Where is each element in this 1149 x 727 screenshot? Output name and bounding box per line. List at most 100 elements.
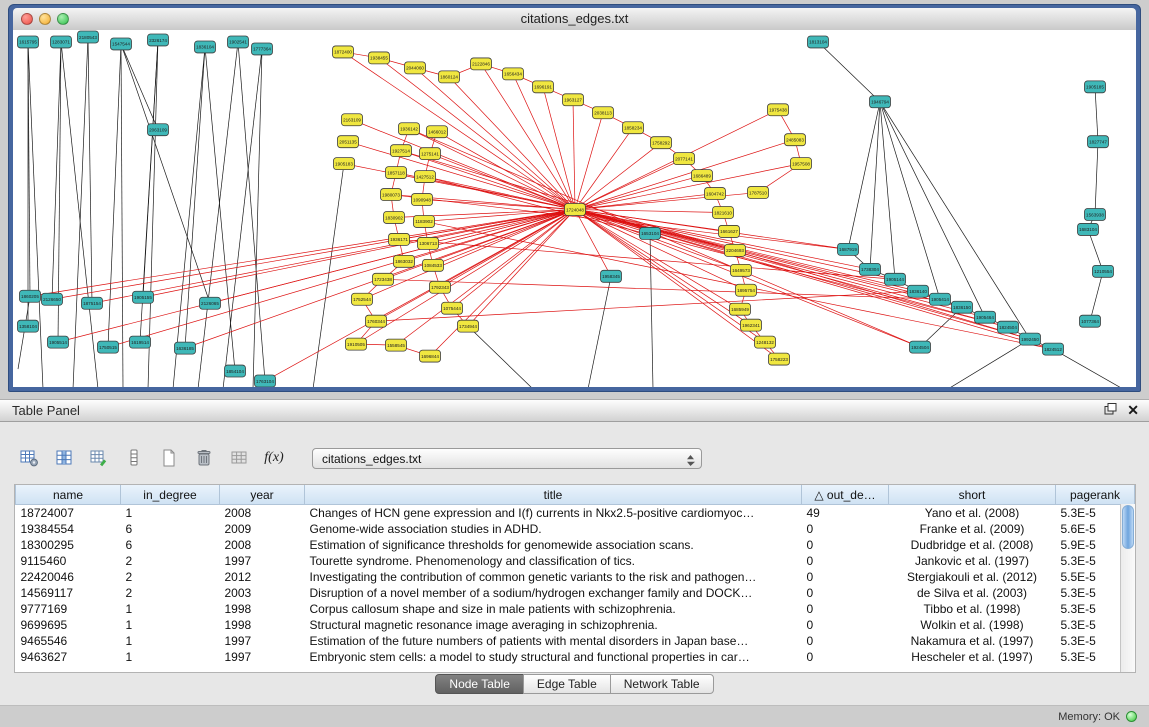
graph-node[interactable]: 1656434 — [503, 68, 524, 80]
cell-name[interactable]: 9777169 — [16, 601, 121, 617]
cell-year[interactable]: 1997 — [220, 553, 305, 569]
cell-name[interactable]: 9699695 — [16, 617, 121, 633]
graph-node[interactable]: 1615795 — [18, 36, 39, 48]
graph-node[interactable]: 1927514 — [391, 145, 412, 157]
cell-out_degree[interactable]: 49 — [802, 505, 889, 522]
graph-node[interactable]: 1836140 — [908, 285, 929, 297]
cell-short[interactable]: de Silva et al. (2003) — [889, 585, 1056, 601]
graph-node[interactable]: 1723438 — [373, 273, 394, 285]
graph-node[interactable]: 1306713 — [418, 237, 439, 249]
cell-short[interactable]: Yano et al. (2008) — [889, 505, 1056, 522]
cell-title[interactable]: Genome-wide association studies in ADHD. — [305, 521, 802, 537]
column-header-out_degree[interactable]: △ out_de… — [802, 485, 889, 505]
graph-node[interactable]: 1687919 — [838, 243, 859, 255]
cell-year[interactable]: 2008 — [220, 537, 305, 553]
graph-node[interactable]: 2038113 — [593, 107, 614, 119]
cell-in_degree[interactable]: 6 — [121, 537, 220, 553]
cell-short[interactable]: Franke et al. (2009) — [889, 521, 1056, 537]
graph-node[interactable]: 1858234 — [623, 122, 644, 134]
graph-node[interactable]: 1854104 — [225, 365, 246, 377]
graph-node[interactable]: 1661627 — [719, 225, 740, 237]
cell-out_degree[interactable]: 0 — [802, 585, 889, 601]
graph-node[interactable]: 1758223 — [769, 353, 790, 365]
graph-node[interactable]: 1946794 — [870, 96, 891, 108]
graph-node[interactable]: 2126065 — [200, 297, 221, 309]
graph-node[interactable]: 1905185 — [1085, 81, 1106, 93]
column-header-short[interactable]: short — [889, 485, 1056, 505]
cell-in_degree[interactable]: 2 — [121, 569, 220, 585]
graph-node[interactable]: 1992450 — [1020, 333, 1041, 345]
graph-node[interactable]: 1813104 — [808, 36, 829, 48]
graph-node[interactable]: 2163109 — [342, 114, 363, 126]
graph-node[interactable]: 1936142 — [399, 123, 420, 135]
cell-out_degree[interactable]: 0 — [802, 601, 889, 617]
cell-title[interactable]: Changes of HCN gene expression and I(f) … — [305, 505, 802, 522]
graph-node[interactable]: 1604742 — [705, 188, 726, 200]
column-header-year[interactable]: year — [220, 485, 305, 505]
graph-node[interactable]: 1792343 — [430, 281, 451, 293]
table-row[interactable]: 1456911722003Disruption of a novel membe… — [16, 585, 1135, 601]
network-window-titlebar[interactable]: citations_edges.txt — [13, 8, 1136, 31]
cell-out_degree[interactable]: 0 — [802, 521, 889, 537]
cell-year[interactable]: 2009 — [220, 521, 305, 537]
graph-node[interactable]: 1696191 — [533, 81, 554, 93]
create-column-icon[interactable] — [156, 445, 182, 471]
scrollbar-thumb[interactable] — [1122, 505, 1134, 549]
graph-node[interactable]: 1863032 — [394, 255, 415, 267]
table-row[interactable]: 1830029562008Estimation of significance … — [16, 537, 1135, 553]
column-visibility-icon[interactable] — [51, 445, 77, 471]
import-table-icon[interactable] — [226, 445, 252, 471]
graph-node[interactable]: 1936171 — [389, 233, 410, 245]
cell-in_degree[interactable]: 2 — [121, 553, 220, 569]
cell-name[interactable]: 19384554 — [16, 521, 121, 537]
cell-title[interactable]: Disruption of a novel member of a sodium… — [305, 585, 802, 601]
graph-node[interactable]: 1830902 — [384, 211, 405, 223]
graph-node[interactable]: 2122846 — [471, 58, 492, 70]
cell-year[interactable]: 1998 — [220, 601, 305, 617]
cell-out_degree[interactable]: 0 — [802, 537, 889, 553]
graph-node[interactable]: 1466012 — [427, 126, 448, 138]
cell-year[interactable]: 1997 — [220, 633, 305, 649]
graph-node[interactable]: 2051135 — [338, 136, 359, 148]
graph-node[interactable]: 1860205 — [20, 290, 41, 302]
table-row[interactable]: 977716911998Corpus callosum shape and si… — [16, 601, 1135, 617]
cell-year[interactable]: 2008 — [220, 505, 305, 522]
column-header-name[interactable]: name — [16, 485, 121, 505]
column-header-in_degree[interactable]: in_degree — [121, 485, 220, 505]
cell-title[interactable]: Estimation of the future numbers of pati… — [305, 633, 802, 649]
cell-year[interactable]: 2012 — [220, 569, 305, 585]
graph-node[interactable]: 1210554 — [1093, 265, 1114, 277]
cell-short[interactable]: Dudbridge et al. (2008) — [889, 537, 1056, 553]
cell-short[interactable]: Hescheler et al. (1997) — [889, 649, 1056, 665]
graph-node[interactable]: 1938455 — [369, 52, 390, 64]
graph-node[interactable]: 1857118 — [386, 167, 407, 179]
graph-node[interactable]: 1872400 — [333, 46, 354, 58]
graph-node[interactable]: 2063109 — [148, 124, 169, 136]
cell-out_degree[interactable]: 0 — [802, 633, 889, 649]
graph-node[interactable]: 1724048 — [565, 204, 586, 216]
graph-node[interactable]: 1758292 — [651, 137, 672, 149]
graph-node[interactable]: 1563938 — [1085, 209, 1106, 221]
graph-node[interactable]: 1734944 — [458, 320, 479, 332]
graph-node[interactable]: 1685949 — [730, 303, 751, 315]
vertical-scrollbar[interactable] — [1120, 504, 1135, 672]
cell-name[interactable]: 18724007 — [16, 505, 121, 522]
graph-node[interactable]: 1962341 — [741, 319, 762, 331]
graph-node[interactable]: 1683104 — [1078, 223, 1099, 235]
graph-node[interactable]: 1827747 — [1088, 136, 1109, 148]
graph-node[interactable]: 1547544 — [111, 38, 132, 50]
edit-table-icon[interactable] — [86, 445, 112, 471]
table-row[interactable]: 946362711997Embryonic stem cells: a mode… — [16, 649, 1135, 665]
cell-out_degree[interactable]: 0 — [802, 649, 889, 665]
column-header-title[interactable]: title — [305, 485, 802, 505]
cell-in_degree[interactable]: 6 — [121, 521, 220, 537]
cell-title[interactable]: Corpus callosum shape and size in male p… — [305, 601, 802, 617]
function-builder-icon[interactable]: f(x) — [261, 445, 287, 471]
graph-node[interactable]: 1686489 — [692, 170, 713, 182]
graph-node[interactable]: 1283071 — [51, 36, 72, 48]
cell-name[interactable]: 22420046 — [16, 569, 121, 585]
tab-edge-table[interactable]: Edge Table — [523, 674, 611, 694]
graph-node[interactable]: 1836104 — [195, 41, 216, 53]
table-mode-icon[interactable] — [16, 445, 42, 471]
tab-network-table[interactable]: Network Table — [610, 674, 714, 694]
